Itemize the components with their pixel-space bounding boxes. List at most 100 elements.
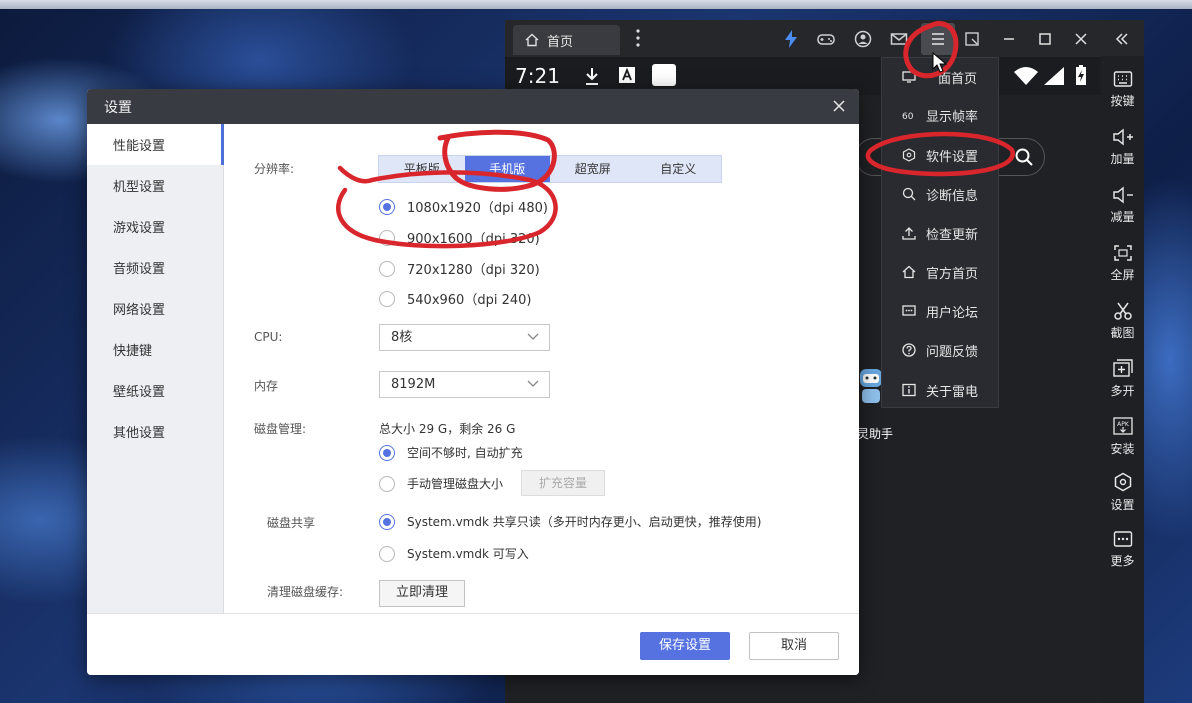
disk-manual-option[interactable]: 手动管理磁盘大小	[379, 475, 503, 492]
resolution-option-720[interactable]: 720x1280（dpi 320)	[379, 259, 540, 278]
chevron-down-icon	[527, 333, 539, 340]
nav-wallpaper[interactable]: 壁纸设置	[87, 370, 224, 411]
disk-share-label: 磁盘共享	[267, 516, 316, 530]
home-icon	[525, 33, 539, 47]
radio-label: System.vmdk 共享只读（多开时内存更小、启动更快，推荐使用)	[407, 515, 762, 529]
sidebar-item-label: 全屏	[1110, 268, 1135, 282]
dialog-title: 设置	[104, 100, 132, 116]
resolution-option-540[interactable]: 540x960（dpi 240)	[379, 289, 531, 308]
menu-item-software-settings[interactable]: 软件设置	[882, 137, 1000, 173]
tab-home[interactable]: 首页	[513, 25, 620, 55]
desktop-icon	[902, 71, 916, 83]
lightning-icon[interactable]	[781, 29, 801, 49]
nav-performance[interactable]: 性能设置	[87, 124, 224, 165]
keyboard-icon	[1113, 71, 1132, 87]
disk-size-info: 总大小 29 G，剩余 26 G	[379, 422, 516, 436]
settings-dialog: 设置 性能设置 机型设置 游戏设置 音频设置 网络设置 快捷键 壁纸设置 其他设…	[87, 89, 859, 675]
mail-icon[interactable]	[889, 29, 909, 49]
memory-label: 内存	[254, 379, 279, 393]
multi-window-icon	[1112, 359, 1133, 377]
signal-icon	[1044, 67, 1064, 85]
menu-item-official-site[interactable]: 官方首页	[882, 254, 1000, 290]
radio-label: 540x960（dpi 240)	[407, 293, 532, 308]
volume-up-icon	[1112, 128, 1133, 146]
radio-checked	[379, 444, 395, 461]
sidebar-item-label: 设置	[1110, 498, 1135, 512]
menu-button[interactable]	[921, 23, 955, 55]
settings-panel: 分辨率: 平板版 手机版 超宽屏 自定义 1080x1920（dpi 480) …	[224, 124, 859, 613]
radio-label: System.vmdk 可写入	[407, 547, 529, 561]
menu-item-diagnostics[interactable]: 诊断信息	[882, 176, 1000, 212]
tab-tablet[interactable]: 平板版	[379, 156, 465, 182]
resolution-option-1080[interactable]: 1080x1920（dpi 480)	[379, 197, 548, 216]
dialog-header: 设置	[87, 89, 859, 124]
sidebar-item-label: 截图	[1110, 326, 1135, 340]
memory-select[interactable]: 8192M	[379, 371, 550, 398]
radio-unchecked	[379, 545, 395, 562]
disk-auto-expand-option[interactable]: 空间不够时, 自动扩充	[379, 444, 523, 461]
window-resize-icon[interactable]	[962, 29, 982, 49]
menu-item-about[interactable]: 关于雷电	[882, 372, 1000, 408]
nav-other[interactable]: 其他设置	[87, 411, 224, 452]
download-icon	[586, 68, 598, 85]
menu-item-label: 问题反馈	[926, 344, 979, 360]
nav-network[interactable]: 网络设置	[87, 288, 224, 329]
menu-item-feedback[interactable]: 问题反馈	[882, 332, 1000, 368]
close-icon[interactable]	[1071, 29, 1091, 49]
user-icon[interactable]	[853, 29, 873, 49]
wifi-icon	[1014, 67, 1038, 85]
tab-ultrawide[interactable]: 超宽屏	[550, 156, 636, 182]
menu-item-label: 显示帧率	[926, 109, 979, 125]
menu-item-show-fps[interactable]: 60 显示帧率	[882, 97, 1000, 133]
battery-charging-icon	[1076, 65, 1086, 85]
app-label[interactable]: 灵助手	[857, 425, 893, 442]
sidebar-item-fullscreen[interactable]: 全屏	[1101, 244, 1144, 283]
minimize-icon[interactable]	[999, 29, 1019, 49]
cancel-button[interactable]: 取消	[749, 632, 839, 660]
tab-phone[interactable]: 手机版	[464, 156, 550, 182]
sidebar-item-keys[interactable]: 按键	[1101, 70, 1144, 109]
close-icon[interactable]	[831, 98, 847, 114]
sidebar-item-volume-up[interactable]: 加量	[1101, 128, 1144, 167]
scissors-icon	[1113, 302, 1132, 320]
cpu-select[interactable]: 8核	[379, 324, 550, 351]
tab-custom[interactable]: 自定义	[636, 156, 722, 182]
menu-item-check-update[interactable]: 检查更新	[882, 215, 1000, 251]
collapse-sidebar-icon[interactable]	[1112, 29, 1132, 49]
nav-game[interactable]: 游戏设置	[87, 206, 224, 247]
disk-manage-label: 磁盘管理:	[254, 422, 307, 436]
question-icon	[902, 343, 916, 357]
radio-checked	[379, 513, 395, 530]
nav-audio[interactable]: 音频设置	[87, 247, 224, 288]
sidebar-item-label: 安装	[1110, 442, 1135, 456]
maximize-icon[interactable]	[1035, 29, 1055, 49]
sidebar-item-settings[interactable]: 设置	[1101, 472, 1144, 513]
cpu-label: CPU:	[254, 330, 283, 344]
menu-item-label: 关于雷电	[926, 384, 979, 400]
sidebar-item-volume-down[interactable]: 减量	[1101, 186, 1144, 225]
fullscreen-icon	[1113, 245, 1132, 261]
menu-item-user-forum[interactable]: 用户论坛	[882, 293, 1000, 329]
sidebar-item-screenshot[interactable]: 截图	[1101, 302, 1144, 341]
sidebar-item-more[interactable]: 更多	[1101, 530, 1144, 569]
clear-cache-button[interactable]: 立即清理	[379, 580, 465, 607]
gamepad-icon[interactable]	[816, 29, 836, 49]
more-vertical-icon[interactable]	[632, 28, 644, 48]
upload-icon	[902, 227, 916, 240]
sidebar-item-multi-instance[interactable]: 多开	[1101, 358, 1144, 399]
sidebar-item-install[interactable]: APK 安装	[1101, 416, 1144, 457]
radio-label: 900x1600（dpi 320)	[407, 232, 540, 247]
radio-label: 720x1280（dpi 320)	[407, 263, 540, 278]
mouse-pointer-icon	[932, 52, 948, 73]
search-icon	[1015, 148, 1033, 166]
tab-home-label: 首页	[547, 34, 574, 50]
menu-item-label: 软件设置	[926, 149, 979, 165]
save-button[interactable]: 保存设置	[640, 632, 730, 660]
share-readonly-option[interactable]: System.vmdk 共享只读（多开时内存更小、启动更快，推荐使用)	[379, 513, 761, 530]
resolution-option-900[interactable]: 900x1600（dpi 320)	[379, 228, 540, 247]
nav-device-model[interactable]: 机型设置	[87, 165, 224, 206]
fps-icon: 60	[902, 112, 914, 122]
share-writable-option[interactable]: System.vmdk 可写入	[379, 545, 529, 562]
nav-shortcuts[interactable]: 快捷键	[87, 329, 224, 370]
expand-capacity-button[interactable]: 扩充容量	[521, 470, 605, 496]
